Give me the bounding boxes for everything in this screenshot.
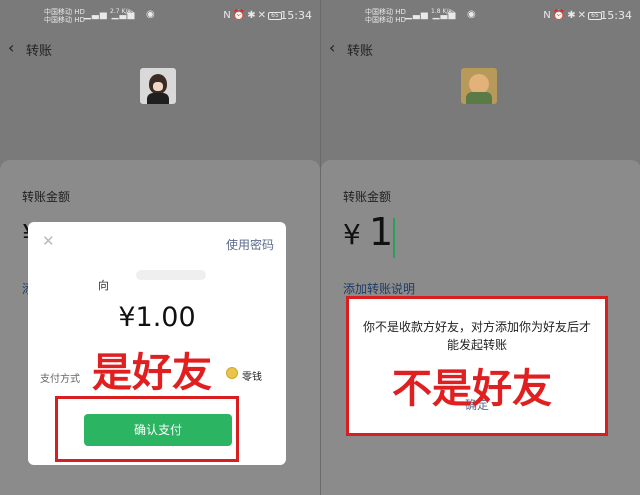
- payment-method-label: 支付方式: [40, 374, 80, 385]
- system-icons: N⏰✱✕: [223, 10, 268, 21]
- payee-label: 向: [98, 279, 109, 292]
- nav-bar: ‹ 转账: [321, 38, 640, 62]
- page-title: 转账: [347, 44, 374, 59]
- clock: 15:34: [280, 9, 312, 22]
- avatar: [140, 68, 176, 104]
- amount-label: 转账金额: [343, 190, 392, 204]
- carrier-labels: 中国移动 HD 中国移动 HD: [365, 8, 406, 24]
- text-cursor: [393, 218, 395, 258]
- close-icon[interactable]: ✕: [42, 232, 55, 250]
- status-bar: 中国移动 HD 中国移动 HD ▁▃▅ ▁▃▅ 1.8 K/s ◠ ◉ N⏰✱✕…: [321, 6, 640, 26]
- amount-label: 转账金额: [22, 190, 71, 204]
- page-title: 转账: [26, 44, 53, 59]
- coin-icon: [226, 367, 238, 379]
- carrier-labels: 中国移动 HD 中国移动 HD: [44, 8, 85, 24]
- nav-bar: ‹ 转账: [0, 38, 320, 62]
- payee-name-redacted: [136, 270, 206, 280]
- wifi-icon: ◠: [126, 9, 135, 20]
- avatar: [461, 68, 497, 104]
- pay-amount: ¥1.00: [118, 302, 196, 333]
- clock: 15:34: [600, 9, 632, 22]
- use-password-link[interactable]: 使用密码: [226, 236, 274, 253]
- highlight-box: [55, 396, 239, 462]
- system-icons: N⏰✱✕: [543, 10, 588, 21]
- status-bar: 中国移动 HD 中国移动 HD ▁▃▅ ▁▃▅ 2.7 K/s ◠ ◉ N⏰✱✕…: [0, 6, 320, 26]
- carrier-2: 中国移动 HD: [44, 16, 85, 24]
- carrier-1: 中国移动 HD: [44, 8, 85, 16]
- wifi-icon: ◠: [447, 9, 456, 20]
- amount-input[interactable]: 1: [369, 210, 393, 254]
- wechat-icon: ◉: [146, 9, 155, 20]
- payment-method-value[interactable]: 零钱: [242, 368, 262, 383]
- annotation-not-friend: 不是好友: [392, 366, 552, 412]
- carrier-1: 中国移动 HD: [365, 8, 406, 16]
- chevron-left-icon[interactable]: ‹: [329, 38, 335, 57]
- wechat-icon: ◉: [467, 9, 476, 20]
- annotation-is-friend: 是好友: [92, 350, 212, 396]
- chevron-left-icon[interactable]: ‹: [8, 38, 14, 57]
- carrier-2: 中国移动 HD: [365, 16, 406, 24]
- currency-symbol: ¥: [343, 218, 361, 251]
- add-note-link[interactable]: 添加转账说明: [343, 280, 415, 297]
